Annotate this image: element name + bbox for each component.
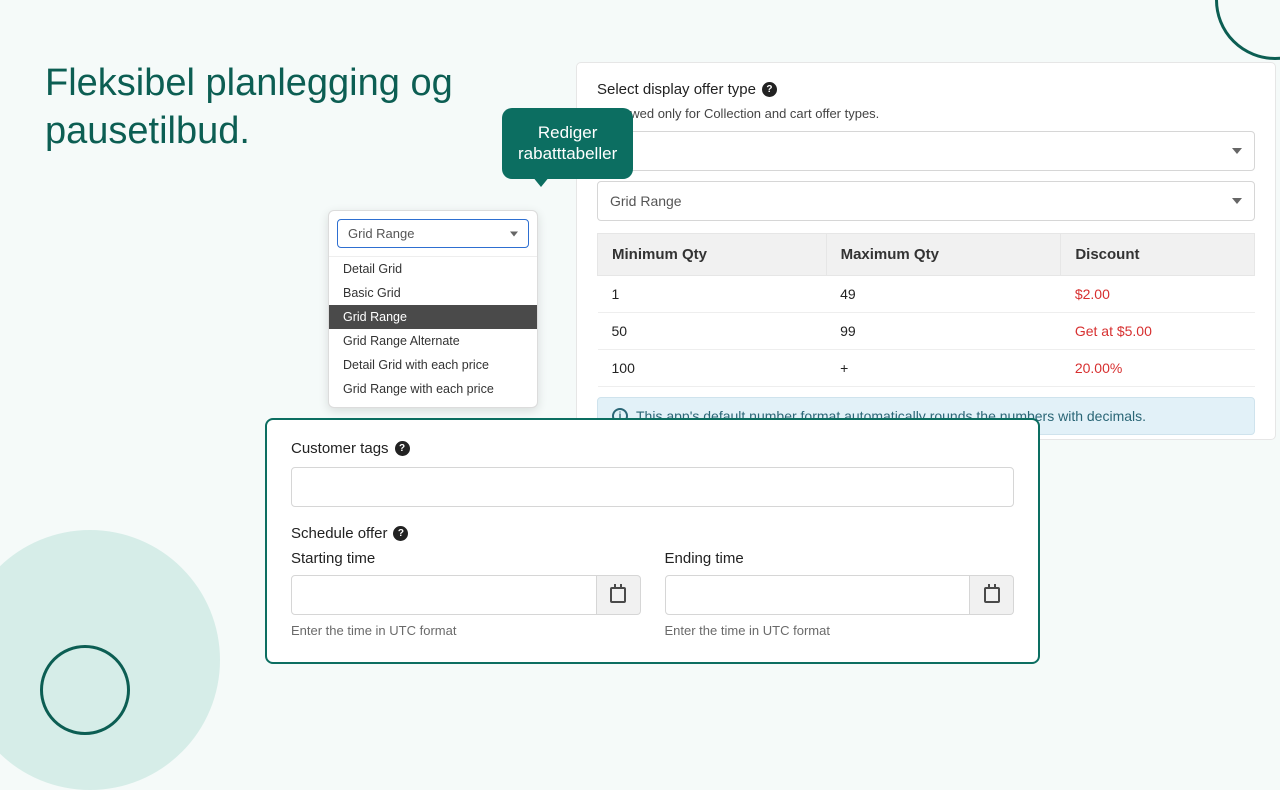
customer-tags-input[interactable] bbox=[291, 467, 1014, 507]
ending-time-calendar-button[interactable] bbox=[970, 575, 1014, 615]
col-max-qty: Maximum Qty bbox=[826, 234, 1061, 276]
cell-min: 100 bbox=[598, 350, 827, 387]
col-discount: Discount bbox=[1061, 234, 1255, 276]
dropdown-option-detail-grid[interactable]: Detail Grid bbox=[329, 257, 537, 281]
headline-line-2: pausetilbud. bbox=[45, 110, 250, 152]
dropdown-option-detail-grid-each-price[interactable]: Detail Grid with each price bbox=[329, 353, 537, 377]
table-row: 100 + 20.00% bbox=[598, 350, 1255, 387]
label-text: Schedule offer bbox=[291, 525, 387, 542]
cell-discount: Get at $5.00 bbox=[1061, 313, 1255, 350]
label-text: Select display offer type bbox=[597, 81, 756, 98]
cell-discount: 20.00% bbox=[1061, 350, 1255, 387]
starting-time-label: Starting time bbox=[291, 550, 641, 567]
offer-type-panel: Select display offer type ? is allowed o… bbox=[576, 62, 1276, 440]
schedule-offer-label: Schedule offer ? bbox=[291, 525, 1014, 542]
table-row: 1 49 $2.00 bbox=[598, 276, 1255, 313]
decor-circle-bottom-left-outline bbox=[40, 645, 130, 735]
chevron-down-icon bbox=[1232, 148, 1242, 154]
starting-time-input[interactable] bbox=[291, 575, 597, 615]
cell-max: 49 bbox=[826, 276, 1061, 313]
help-icon[interactable]: ? bbox=[762, 82, 777, 97]
selected-value: Grid Range bbox=[610, 193, 682, 209]
cell-max: + bbox=[826, 350, 1061, 387]
discount-tiers-table: Minimum Qty Maximum Qty Discount 1 49 $2… bbox=[597, 233, 1255, 387]
cell-min: 1 bbox=[598, 276, 827, 313]
ending-time-label: Ending time bbox=[665, 550, 1015, 567]
calendar-icon bbox=[610, 587, 626, 603]
headline-line-1: Fleksibel planlegging og bbox=[45, 62, 453, 104]
cell-max: 99 bbox=[826, 313, 1061, 350]
dropdown-option-basic-grid[interactable]: Basic Grid bbox=[329, 281, 537, 305]
chevron-down-icon bbox=[1232, 198, 1242, 204]
ending-time-hint: Enter the time in UTC format bbox=[665, 623, 1015, 638]
help-icon[interactable]: ? bbox=[393, 526, 408, 541]
schedule-panel: Customer tags ? Schedule offer ? Startin… bbox=[265, 418, 1040, 664]
customer-tags-label: Customer tags ? bbox=[291, 440, 1014, 457]
dropdown-option-grid-range-alternate[interactable]: Grid Range Alternate bbox=[329, 329, 537, 353]
chevron-down-icon bbox=[510, 231, 518, 236]
offer-type-select-2[interactable]: Grid Range bbox=[597, 181, 1255, 221]
starting-time-hint: Enter the time in UTC format bbox=[291, 623, 641, 638]
ending-time-input[interactable] bbox=[665, 575, 971, 615]
label-text: Customer tags bbox=[291, 440, 389, 457]
table-row: 50 99 Get at $5.00 bbox=[598, 313, 1255, 350]
help-icon[interactable]: ? bbox=[395, 441, 410, 456]
select-display-offer-type-label: Select display offer type ? bbox=[597, 81, 1255, 98]
col-min-qty: Minimum Qty bbox=[598, 234, 827, 276]
decor-circle-top-right bbox=[1215, 0, 1280, 60]
callout-line-2: rabatttabeller bbox=[518, 144, 617, 163]
dropdown-selected-text: Grid Range bbox=[348, 226, 414, 241]
cell-min: 50 bbox=[598, 313, 827, 350]
starting-time-group: Starting time Enter the time in UTC form… bbox=[291, 550, 641, 638]
starting-time-calendar-button[interactable] bbox=[597, 575, 641, 615]
dropdown-option-grid-range-each-price[interactable]: Grid Range with each price bbox=[329, 377, 537, 401]
dropdown-selected-display[interactable]: Grid Range bbox=[337, 219, 529, 248]
page-headline: Fleksibel planlegging og pausetilbud. bbox=[45, 60, 453, 155]
ending-time-group: Ending time Enter the time in UTC format bbox=[665, 550, 1015, 638]
cell-discount: $2.00 bbox=[1061, 276, 1255, 313]
offer-type-restriction-note: is allowed only for Collection and cart … bbox=[597, 106, 1255, 121]
offer-type-select-1[interactable] bbox=[597, 131, 1255, 171]
grid-range-dropdown[interactable]: Grid Range Detail Grid Basic Grid Grid R… bbox=[328, 210, 538, 408]
callout-bubble: Rediger rabatttabeller bbox=[502, 108, 633, 179]
calendar-icon bbox=[984, 587, 1000, 603]
dropdown-option-list: Detail Grid Basic Grid Grid Range Grid R… bbox=[329, 256, 537, 407]
callout-line-1: Rediger bbox=[538, 123, 598, 142]
dropdown-option-grid-range[interactable]: Grid Range bbox=[329, 305, 537, 329]
